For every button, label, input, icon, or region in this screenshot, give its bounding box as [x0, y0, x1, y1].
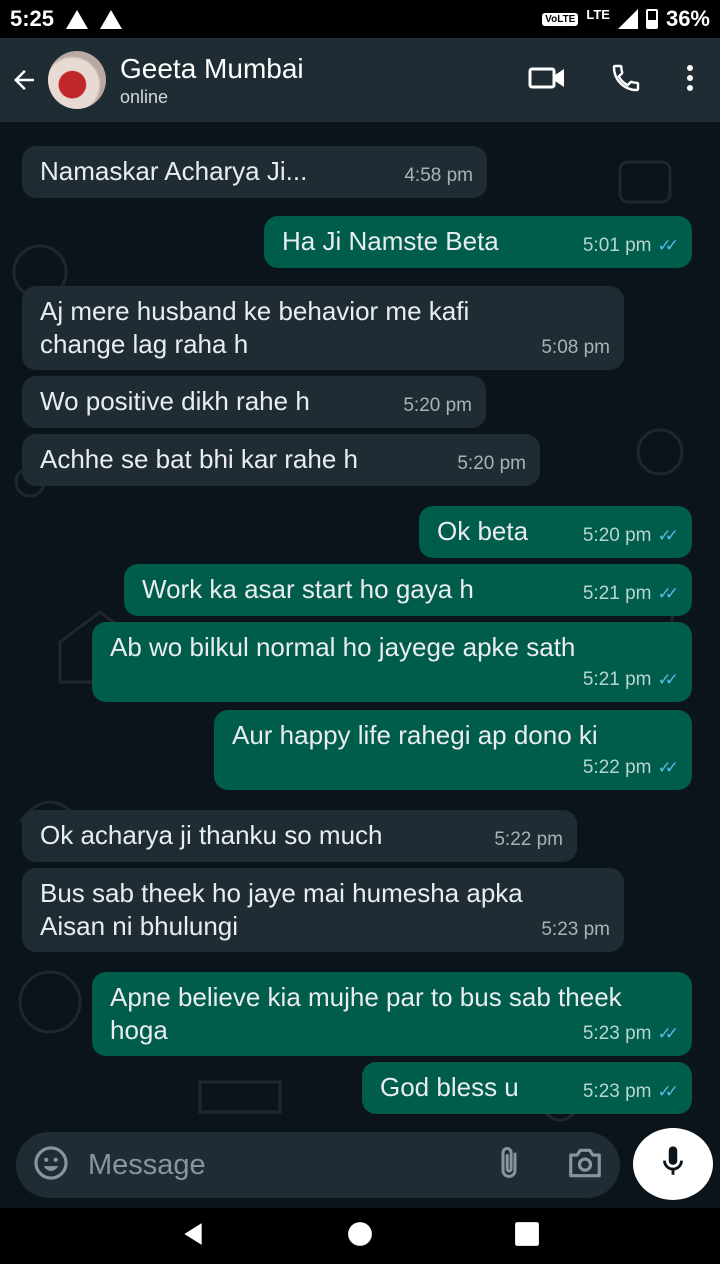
message-time: 5:20 pm — [582, 525, 652, 546]
video-call-icon[interactable] — [528, 63, 566, 98]
signal-icon — [617, 9, 638, 29]
mic-button[interactable] — [633, 1128, 713, 1200]
nav-back-icon[interactable] — [180, 1221, 206, 1252]
message-incoming[interactable]: Bus sab theek ho jaye mai humesha apka A… — [22, 868, 624, 952]
message-time: 5:21 pm — [582, 583, 652, 604]
message-text: Ok acharya ji thanku so much — [40, 820, 383, 850]
read-ticks-icon: ✓✓ — [657, 236, 679, 255]
message-outgoing[interactable]: Aur happy life rahegi ap dono ki 5:22 pm… — [214, 710, 692, 790]
contact-status: online — [120, 87, 169, 107]
chat-header: Geeta Mumbai online — [0, 38, 720, 122]
warning-icon — [66, 9, 89, 29]
avatar[interactable] — [48, 51, 106, 109]
composer-bar: Message — [0, 1128, 720, 1208]
message-text: Ok beta — [437, 516, 529, 546]
warning-icon — [100, 9, 123, 29]
read-ticks-icon: ✓✓ — [657, 526, 679, 545]
message-incoming[interactable]: Ok acharya ji thanku so much 5:22 pm — [22, 810, 577, 862]
back-arrow-icon[interactable] — [2, 58, 46, 102]
status-bar: 5:25 VoLTE LTE 36% — [0, 0, 720, 38]
message-time: 5:21 pm — [582, 669, 652, 690]
message-time: 5:23 pm — [582, 1081, 652, 1102]
attach-icon[interactable] — [496, 1145, 522, 1186]
read-ticks-icon: ✓✓ — [657, 1024, 679, 1043]
chat-area[interactable]: Namaskar Acharya Ji... 4:58 pm Ha Ji Nam… — [0, 122, 720, 1132]
message-outgoing[interactable]: Ab wo bilkul normal ho jayege apke sath … — [92, 622, 692, 702]
message-text: Bus sab theek ho jaye mai humesha apka A… — [40, 878, 523, 941]
message-incoming[interactable]: Wo positive dikh rahe h 5:20 pm — [22, 376, 486, 428]
message-outgoing[interactable]: God bless u 5:23 pm ✓✓ — [362, 1062, 692, 1114]
nav-home-icon[interactable] — [347, 1221, 373, 1252]
battery-percent: 36% — [665, 6, 710, 31]
message-time: 5:20 pm — [403, 395, 472, 416]
message-text: Aur happy life rahegi ap dono ki — [232, 720, 598, 750]
message-placeholder: Message — [88, 1148, 206, 1181]
emoji-icon[interactable] — [32, 1144, 70, 1187]
message-time: 5:22 pm — [494, 829, 563, 850]
message-outgoing[interactable]: Ok beta 5:20 pm ✓✓ — [419, 506, 692, 558]
message-text: God bless u — [380, 1072, 519, 1102]
contact-name: Geeta Mumbai — [120, 53, 304, 84]
message-incoming[interactable]: Achhe se bat bhi kar rahe h 5:20 pm — [22, 434, 540, 486]
message-time: 4:58 pm — [404, 165, 473, 186]
camera-icon[interactable] — [566, 1147, 604, 1184]
message-input[interactable]: Message — [16, 1132, 620, 1198]
message-time: 5:08 pm — [541, 337, 610, 358]
message-time: 5:23 pm — [541, 919, 610, 940]
message-time: 5:20 pm — [457, 453, 526, 474]
message-text: Work ka asar start ho gaya h — [142, 574, 474, 604]
read-ticks-icon: ✓✓ — [657, 1082, 679, 1101]
message-text: Wo positive dikh rahe h — [40, 386, 310, 416]
phone-icon[interactable] — [610, 62, 642, 99]
message-text: Ab wo bilkul normal ho jayege apke sath — [110, 632, 576, 662]
message-outgoing[interactable]: Work ka asar start ho gaya h 5:21 pm ✓✓ — [124, 564, 692, 616]
message-text: Achhe se bat bhi kar rahe h — [40, 444, 358, 474]
message-text: Aj mere husband ke behavior me kafi chan… — [40, 296, 470, 359]
message-incoming[interactable]: Aj mere husband ke behavior me kafi chan… — [22, 286, 624, 370]
nav-recents-icon[interactable] — [514, 1221, 540, 1252]
mic-icon — [660, 1145, 686, 1184]
contact-info[interactable]: Geeta Mumbai online — [120, 52, 304, 108]
message-time: 5:22 pm — [582, 757, 652, 778]
battery-icon — [645, 9, 658, 29]
network-type: LTE — [586, 6, 610, 22]
message-outgoing[interactable]: Ha Ji Namste Beta 5:01 pm ✓✓ — [264, 216, 692, 268]
read-ticks-icon: ✓✓ — [657, 584, 679, 603]
volte-badge: VoLTE — [542, 12, 579, 26]
message-text: Namaskar Acharya Ji... — [40, 156, 308, 186]
system-nav-bar — [0, 1208, 720, 1264]
read-ticks-icon: ✓✓ — [657, 670, 679, 689]
message-time: 5:01 pm — [582, 235, 652, 256]
message-time: 5:23 pm — [582, 1023, 652, 1044]
more-options-icon[interactable] — [686, 64, 694, 97]
message-incoming[interactable]: Namaskar Acharya Ji... 4:58 pm — [22, 146, 487, 198]
message-text: Apne believe kia mujhe par to bus sab th… — [110, 982, 622, 1045]
clock: 5:25 — [10, 6, 55, 31]
message-text: Ha Ji Namste Beta — [282, 226, 499, 256]
message-outgoing[interactable]: Apne believe kia mujhe par to bus sab th… — [92, 972, 692, 1056]
read-ticks-icon: ✓✓ — [657, 758, 679, 777]
